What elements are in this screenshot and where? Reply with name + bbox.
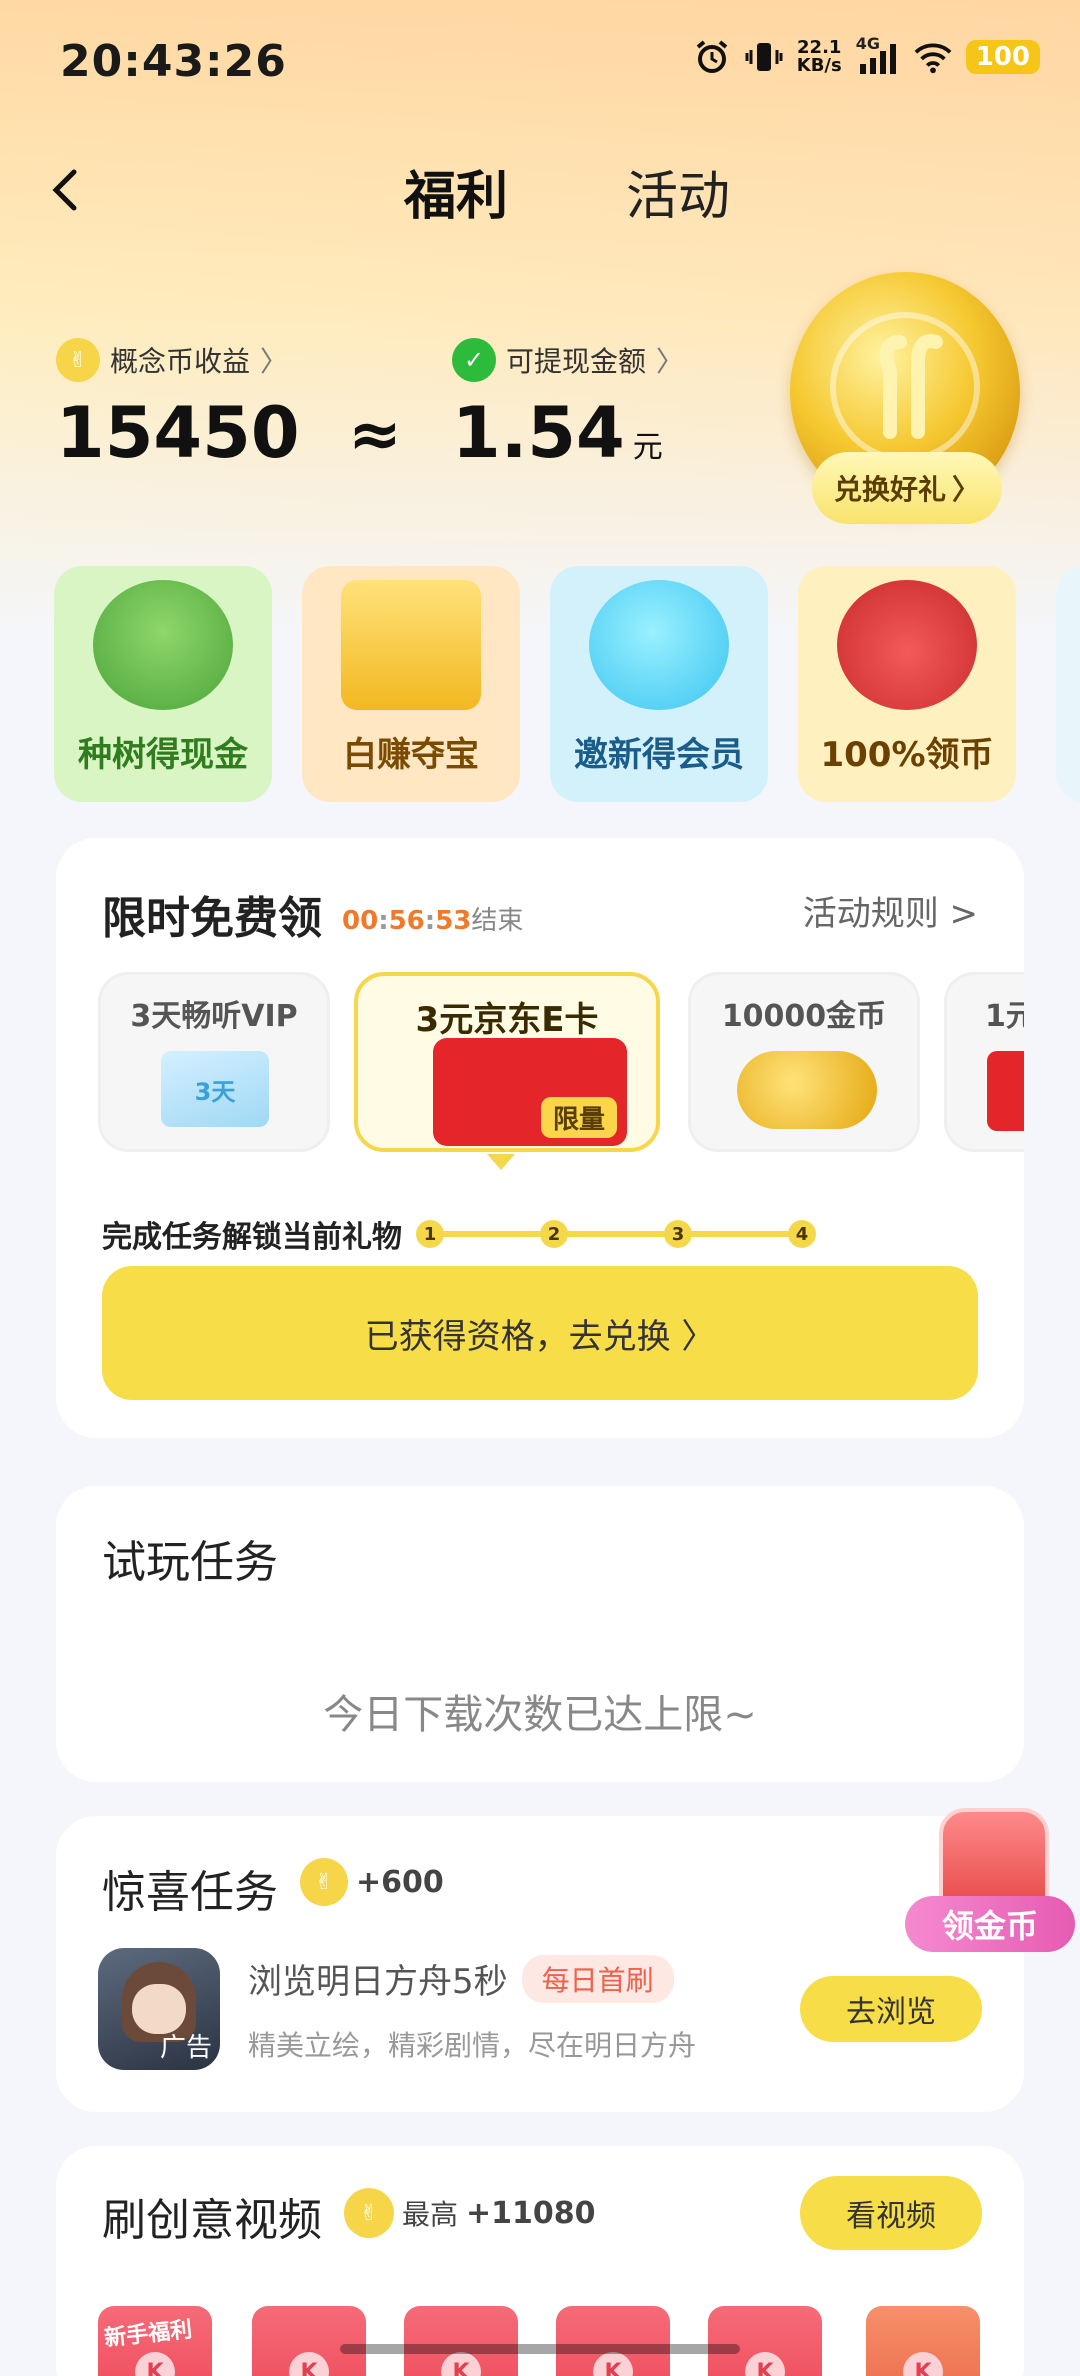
wechat-icon: ✓ [452,338,496,382]
feature-coin-draw[interactable]: 100%领币 [798,566,1016,802]
step-dot: 1 [416,1220,444,1248]
signal-icon: 4G [856,34,900,76]
step-dot: 2 [540,1220,568,1248]
red-packet-icon[interactable]: K [866,2306,980,2376]
battery-indicator: 100 [965,40,1040,74]
surprise-tasks-title: 惊喜任务 [102,1867,278,1918]
task-title: 浏览明日方舟5秒 [248,1962,508,2002]
daily-first-tag: 每日首刷 [521,1954,674,2003]
coin-icon: ✌ [300,1858,348,1906]
blue-mascot-icon [589,580,729,710]
top-navigation: 福利 活动 [0,150,1080,230]
chevron-right-icon: 〉 [260,345,289,378]
red-packet-icon[interactable]: 新手福利 K [98,2306,212,2376]
task-description: 精美立绘，精彩剧情，尽在明日方舟 [248,2029,697,2062]
watch-video-button[interactable]: 看视频 [800,2176,982,2250]
vibrate-icon [745,38,783,76]
cash-label: 可提现金额 [506,345,647,378]
gift-jd-card[interactable]: 3元京东E卡 限量 [354,972,660,1152]
coin-earnings-label: 概念币收益 [110,345,251,378]
trial-tasks-title: 试玩任务 [102,1537,278,1588]
gift-vip[interactable]: 3天畅听VIP 3天 [98,972,330,1152]
status-bar: 20:43:26 22.1 KB/s 4G 100 [0,0,1080,120]
creative-video-card: 刷创意视频 ✌ 最高 +11080 看视频 新手福利 K K K K K K [56,2146,1024,2376]
limited-free-title: 限时免费领 [102,893,322,944]
gift-list: 3天畅听VIP 3天 3元京东E卡 限量 10000金币 1元 [98,972,1024,1156]
net-speed: 22.1 KB/s [796,37,842,76]
home-indicator [340,2344,740,2354]
tree-icon [93,580,233,710]
treasure-chest-icon [939,1808,1049,1908]
vip-card-icon: 3天 [161,1051,269,1127]
gift-one-yuan[interactable]: 1元 [944,972,1024,1152]
step-dot: 4 [788,1220,816,1248]
creative-video-title: 刷创意视频 [102,2195,322,2246]
lucky-bag-icon [837,580,977,710]
chevron-left-icon [52,169,77,211]
alarm-icon [693,38,731,76]
back-button[interactable] [40,160,90,220]
treasure-chest-icon [341,580,481,710]
trial-tasks-card: 试玩任务 今日下载次数已达上限~ [56,1486,1024,1782]
ad-tag: 广告 [159,2033,212,2063]
tab-welfare[interactable]: 福利 [404,154,508,229]
coin-earnings[interactable]: ✌ 概念币收益〉 15450 [56,338,300,474]
approx-sign: ≈ [348,398,402,472]
red-packet-icon[interactable]: K [252,2306,366,2376]
cash-unit: 元 [632,430,663,465]
cash-value: 1.54 [452,392,625,474]
status-time: 20:43:26 [60,36,287,87]
chevron-right-icon: 〉 [952,473,981,506]
jd-card-icon: 限量 [433,1038,627,1146]
tab-activity[interactable]: 活动 [626,154,730,229]
chevron-right-icon: 〉 [656,345,685,378]
countdown: 00:56:53结束 [342,906,524,936]
step-dot: 3 [664,1220,692,1248]
wifi-icon [914,38,952,76]
red-packet-icon[interactable]: K [404,2306,518,2376]
red-packet-icon[interactable]: K [556,2306,670,2376]
withdrawable-cash[interactable]: ✓ 可提现金额〉 1.54 元 [452,338,684,474]
surprise-tasks-card: 惊喜任务 ✌ +600 广告 浏览明日方舟5秒 每日首刷 精美立绘，精彩剧情，尽… [56,1816,1024,2112]
feature-treasure[interactable]: 白赚夺宝 [302,566,520,802]
creative-reward: ✌ 最高 +11080 [344,2188,596,2238]
coin-stack-icon [737,1051,877,1129]
unlock-steps: 完成任务解锁当前礼物 1 2 3 4 [102,1212,816,1256]
limited-tag: 限量 [540,1097,617,1138]
browse-button[interactable]: 去浏览 [800,1976,982,2042]
arknights-app-icon: 广告 [98,1948,220,2070]
limited-free-card: 限时免费领 00:56:53结束 活动规则 > 3天畅听VIP 3天 3元京东E… [56,838,1024,1438]
redeem-gifts-button[interactable]: 兑换好礼〉 [812,452,1002,524]
progress-track: 1 2 3 4 [416,1220,816,1248]
coin-earnings-value: 15450 [56,392,300,474]
collect-coins-widget[interactable]: 领金币 [905,1808,1075,1958]
download-limit-message: 今日下载次数已达上限~ [323,1692,757,1738]
surprise-reward: ✌ +600 [300,1858,444,1906]
coin-icon: ✌ [344,2188,394,2238]
activity-rules-link[interactable]: 活动规则 > [803,886,978,935]
feature-tile-peek [1056,566,1080,802]
feature-invite[interactable]: 邀新得会员 [550,566,768,802]
status-icons: 22.1 KB/s 4G 100 [693,34,1040,76]
collect-coins-label: 领金币 [905,1896,1075,1952]
red-packet-icon[interactable]: K [708,2306,822,2376]
redeem-qualified-button[interactable]: 已获得资格，去兑换 〉 [102,1266,978,1400]
selected-pointer [487,1154,515,1170]
feature-plant-tree[interactable]: 种树得现金 [54,566,272,802]
coin-icon: ✌ [56,338,100,382]
feature-tiles: 种树得现金 白赚夺宝 邀新得会员 100%领币 [54,566,1016,802]
gift-coins[interactable]: 10000金币 [688,972,920,1152]
